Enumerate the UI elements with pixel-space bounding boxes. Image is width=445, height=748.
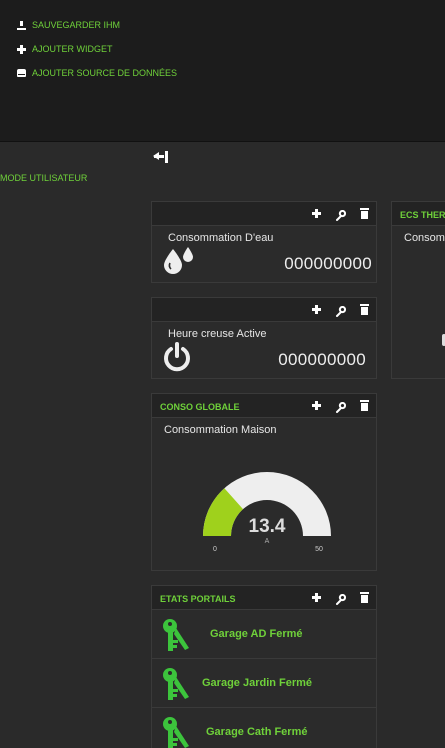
widget-title: Consom xyxy=(404,232,445,244)
database-icon xyxy=(17,69,26,77)
collapse-toolbar-button[interactable] xyxy=(153,150,171,164)
pane-title: ECS THER xyxy=(400,210,445,220)
portal-label: Garage Cath Fermé xyxy=(206,726,308,738)
add-widget-to-pane-icon[interactable] xyxy=(311,592,322,603)
top-toolbar: SAUVEGARDER IHM AJOUTER WIDGET AJOUTER S… xyxy=(0,0,445,142)
pane-header xyxy=(152,298,376,322)
pane-conso-globale: CONSO GLOBALE Consommation Maison 13.4 A… xyxy=(151,393,377,571)
key-icon xyxy=(161,618,191,657)
wrench-icon[interactable] xyxy=(335,208,347,221)
list-item[interactable]: Garage Cath Fermé xyxy=(152,709,376,748)
offpeak-value: 000000000 xyxy=(278,350,366,369)
widget-title: Heure creuse Active xyxy=(168,328,267,340)
pane-title: ETATS PORTAILS xyxy=(160,594,236,604)
pane-offpeak: Heure creuse Active 000000000 xyxy=(151,297,377,379)
pane-water: Consommation D'eau 000000000 xyxy=(151,201,377,283)
portal-label: Garage AD Fermé xyxy=(210,628,303,640)
add-widget-to-pane-icon[interactable] xyxy=(311,208,322,219)
save-dashboard-button[interactable]: SAUVEGARDER IHM xyxy=(17,20,120,30)
pane-header xyxy=(152,202,376,226)
water-drops-icon xyxy=(162,246,196,281)
pane-header: ECS THER xyxy=(392,202,445,226)
add-widget-button[interactable]: AJOUTER WIDGET xyxy=(17,44,113,54)
wrench-icon[interactable] xyxy=(335,592,347,605)
gauge: 13.4 A 0 50 xyxy=(203,472,331,553)
water-value: 000000000 xyxy=(284,254,372,273)
gauge-value: 13.4 xyxy=(249,516,286,537)
pane-ecs-ther: ECS THER Consom xyxy=(391,201,445,379)
trash-icon[interactable] xyxy=(359,208,370,219)
save-dashboard-label: SAUVEGARDER IHM xyxy=(32,20,121,30)
add-widget-label: AJOUTER WIDGET xyxy=(32,44,113,54)
download-icon xyxy=(17,20,26,30)
widget-title: Consommation D'eau xyxy=(168,232,274,244)
wrench-icon[interactable] xyxy=(335,304,347,317)
gauge-min: 0 xyxy=(213,546,217,553)
plus-icon xyxy=(17,44,26,54)
gauge-unit: A xyxy=(265,538,270,545)
key-icon xyxy=(161,716,191,748)
pane-header: ETATS PORTAILS xyxy=(152,586,376,610)
add-datasource-label: AJOUTER SOURCE DE DONNÉES xyxy=(32,68,178,78)
trash-icon[interactable] xyxy=(359,592,370,603)
user-mode-link[interactable]: MODE UTILISATEUR xyxy=(0,173,87,183)
add-datasource-button[interactable]: AJOUTER SOURCE DE DONNÉES xyxy=(17,68,177,78)
add-widget-to-pane-icon[interactable] xyxy=(311,304,322,315)
gauge-max: 50 xyxy=(315,546,323,553)
power-icon xyxy=(162,342,192,377)
pane-etats-portails: ETATS PORTAILS Garage AD Fermé Garage Ja… xyxy=(151,585,377,748)
portal-label: Garage Jardin Fermé xyxy=(202,677,313,689)
list-item[interactable]: Garage AD Fermé xyxy=(152,611,376,659)
list-item[interactable]: Garage Jardin Fermé xyxy=(152,660,376,708)
key-icon xyxy=(161,667,191,706)
trash-icon[interactable] xyxy=(359,304,370,315)
